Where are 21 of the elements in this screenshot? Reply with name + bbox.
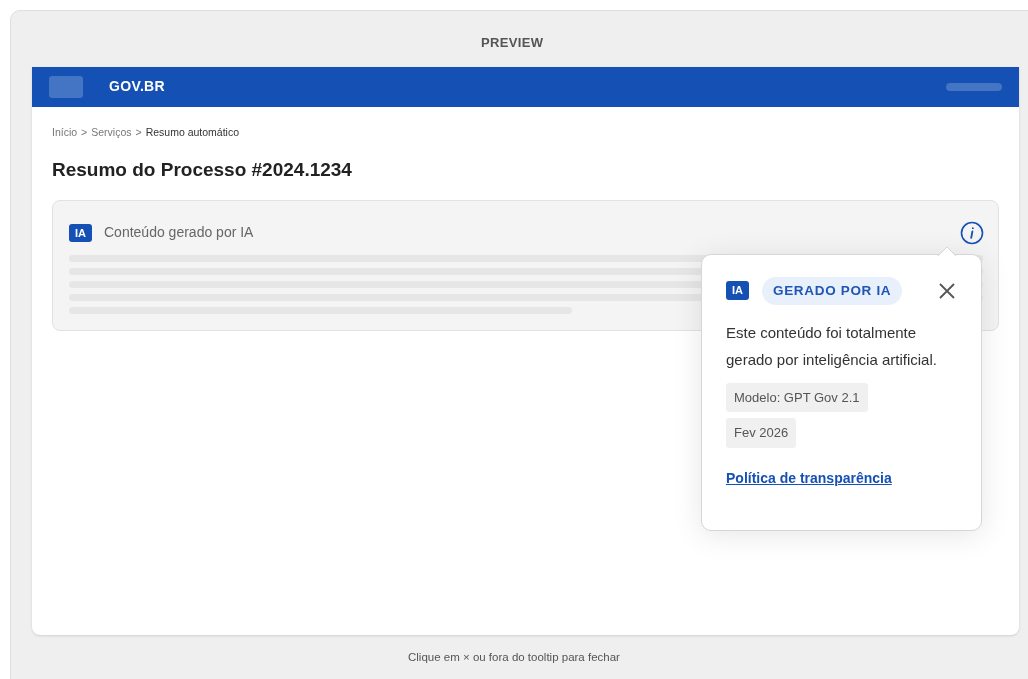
tooltip-description: Este conteúdo foi totalmente gerado por inteligência artificial. (726, 322, 938, 370)
generated-tag: GERADO POR IA (762, 276, 903, 305)
ai-badge: IA (69, 223, 92, 242)
header-pill (946, 82, 1002, 91)
info-icon[interactable] (960, 220, 984, 245)
info-chip: Fev 2026 (726, 418, 797, 448)
info-chip: Modelo: GPT Gov 2.1 (726, 382, 868, 413)
ai-badge: IA (726, 281, 749, 300)
transparency-link[interactable]: Política de transparência (726, 467, 892, 489)
breadcrumb-separator: > (135, 124, 142, 140)
brand-name: GOV.BR (109, 77, 166, 96)
footer-hint: Clique em × ou fora do tooltip para fechar (408, 649, 620, 665)
card-label: Conteúdo gerado por IA (104, 223, 254, 243)
page-title: Resumo do Processo #2024.1234 (52, 158, 353, 183)
breadcrumb-item[interactable]: Início (52, 124, 78, 141)
breadcrumb-item[interactable]: Serviços (91, 124, 132, 141)
logo-placeholder (49, 75, 83, 98)
breadcrumb-item: Resumo automático (145, 124, 240, 140)
breadcrumb-separator: > (81, 124, 88, 140)
preview-title: PREVIEW (481, 34, 544, 52)
close-icon (939, 282, 955, 299)
